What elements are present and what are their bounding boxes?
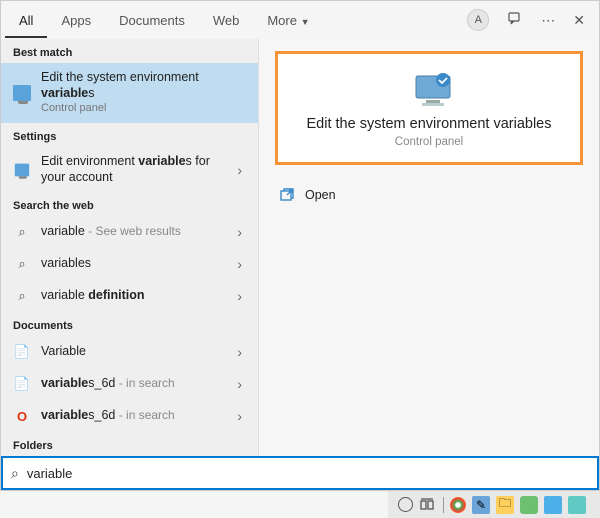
result-doc-variable[interactable]: 📄 Variable › — [1, 336, 258, 368]
chevron-right-icon: › — [233, 344, 246, 360]
tab-more[interactable]: More ▼ — [253, 3, 323, 38]
section-folders: Folders — [1, 432, 258, 456]
result-settings-env[interactable]: Edit environment variables for your acco… — [1, 147, 258, 192]
file-icon: 📄 — [13, 343, 31, 361]
chevron-right-icon: › — [233, 408, 246, 424]
section-search-web: Search the web — [1, 192, 258, 216]
search-icon: ⌕ — [13, 255, 31, 273]
search-icon: ⌕ — [11, 465, 19, 482]
chevron-right-icon: › — [233, 376, 246, 392]
chevron-right-icon: › — [233, 288, 246, 304]
action-open[interactable]: Open — [275, 177, 583, 213]
more-options-icon[interactable]: ⋯ — [541, 12, 555, 29]
taskbar-taskview-icon[interactable] — [419, 496, 437, 514]
search-tabs: All Apps Documents Web More ▼ A ⋯ ✕ — [1, 1, 599, 39]
action-open-label: Open — [305, 188, 336, 202]
search-icon: ⌕ — [13, 223, 31, 241]
result-doc-variables6d-2[interactable]: O variables_6d - in search › — [1, 400, 258, 432]
result-web-variable[interactable]: ⌕ variable - See web results › — [1, 216, 258, 248]
taskbar-app-6[interactable] — [568, 496, 586, 514]
tab-all[interactable]: All — [5, 3, 47, 38]
section-best-match: Best match — [1, 39, 258, 63]
tab-web[interactable]: Web — [199, 3, 254, 38]
user-avatar[interactable]: A — [467, 9, 489, 31]
search-box[interactable]: ⌕ — [1, 456, 599, 490]
taskbar-separator — [443, 497, 444, 513]
taskbar-app-4[interactable] — [520, 496, 538, 514]
detail-card: Edit the system environment variables Co… — [275, 51, 583, 165]
chevron-right-icon: › — [233, 224, 246, 240]
monitor-icon — [13, 161, 31, 179]
feedback-icon[interactable] — [507, 11, 523, 30]
result-web-variables[interactable]: ⌕ variables › — [1, 248, 258, 280]
results-column: Best match Edit the system environment v… — [1, 39, 259, 456]
result-doc-variables6d-1[interactable]: 📄 variables_6d - in search › — [1, 368, 258, 400]
close-icon[interactable]: ✕ — [573, 12, 585, 29]
result-web-definition[interactable]: ⌕ variable definition › — [1, 280, 258, 312]
tab-documents[interactable]: Documents — [105, 3, 199, 38]
tab-apps[interactable]: Apps — [47, 3, 105, 38]
chevron-right-icon: › — [233, 256, 246, 272]
taskbar-app-2[interactable]: ✎ — [472, 496, 490, 514]
section-settings: Settings — [1, 123, 258, 147]
chevron-right-icon: › — [233, 162, 246, 178]
detail-monitor-icon — [410, 72, 448, 104]
result-best-match[interactable]: Edit the system environment variables Co… — [1, 63, 258, 123]
monitor-icon — [13, 84, 31, 102]
tabs-right-controls: A ⋯ ✕ — [467, 9, 595, 31]
detail-title: Edit the system environment variables — [288, 116, 570, 132]
taskbar-explorer-icon[interactable]: 🗀 — [496, 496, 514, 514]
detail-column: Edit the system environment variables Co… — [259, 39, 599, 456]
opera-icon: O — [13, 407, 31, 425]
taskbar-cortana-icon[interactable] — [398, 497, 413, 512]
taskbar-app-5[interactable] — [544, 496, 562, 514]
search-icon: ⌕ — [13, 287, 31, 305]
windows-search-panel: All Apps Documents Web More ▼ A ⋯ ✕ Best… — [0, 0, 600, 491]
detail-subtitle: Control panel — [288, 136, 570, 148]
taskbar-app-1[interactable] — [450, 497, 466, 513]
open-icon — [279, 187, 295, 203]
search-input[interactable] — [27, 466, 589, 481]
file-icon: 📄 — [13, 375, 31, 393]
section-documents: Documents — [1, 312, 258, 336]
taskbar: ✎ 🗀 — [388, 491, 600, 518]
